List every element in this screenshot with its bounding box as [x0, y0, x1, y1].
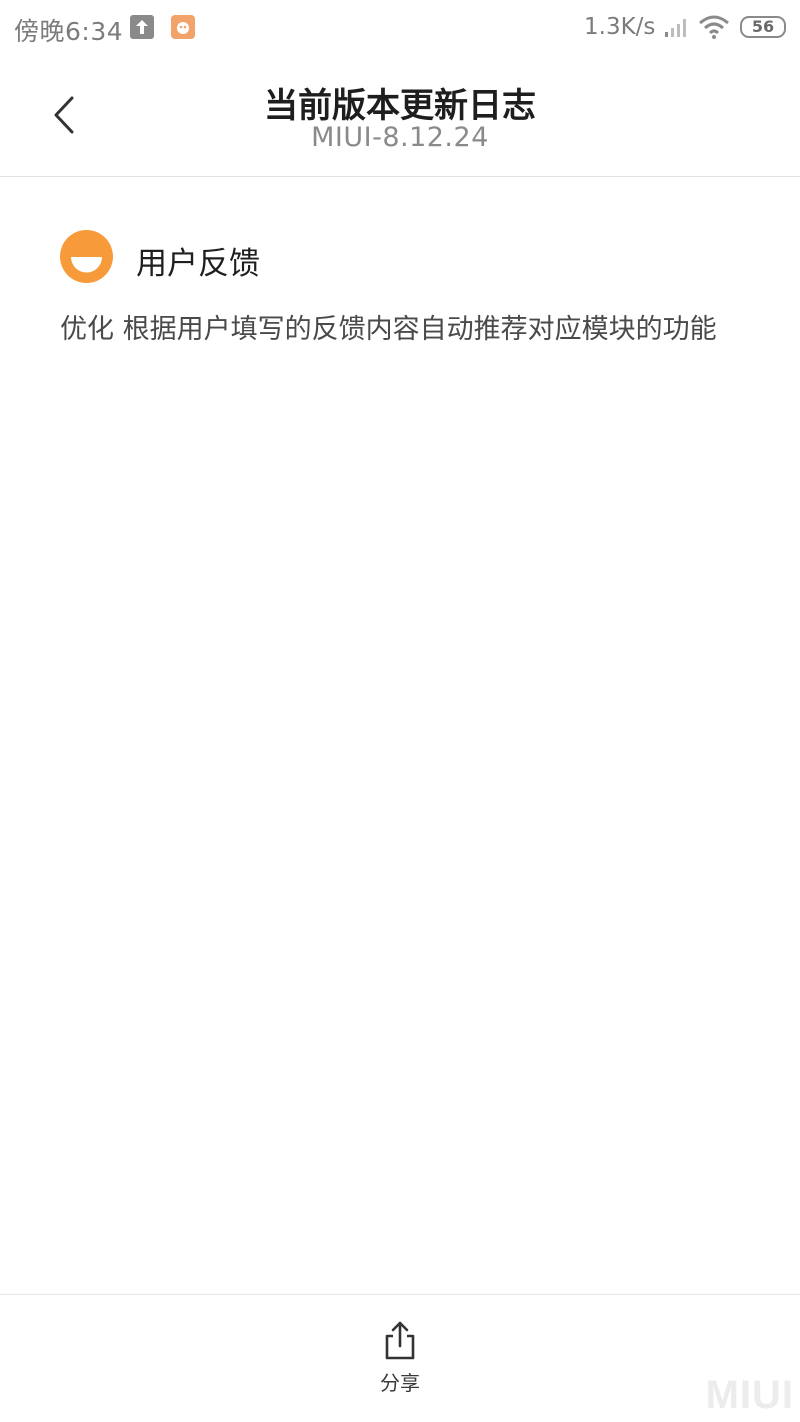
share-icon	[385, 1321, 415, 1360]
network-speed: 1.3K/s	[584, 14, 656, 40]
page-title: 当前版本更新日志	[264, 86, 536, 126]
share-button[interactable]: 分享	[360, 1319, 440, 1409]
changelog-item: 优化 根据用户填写的反馈内容自动推荐对应模块的功能	[60, 314, 717, 345]
upload-icon	[130, 15, 154, 39]
status-bar: 傍晚6:34 1.3K/s 56	[0, 0, 800, 56]
battery-icon: 56	[740, 16, 786, 38]
version-label: MIUI-8.12.24	[311, 122, 489, 153]
status-time: 傍晚6:34	[14, 17, 124, 46]
share-label: 分享	[380, 1371, 420, 1395]
wifi-icon	[698, 14, 730, 40]
section-title: 用户反馈	[136, 246, 260, 282]
app-notification-icon	[171, 15, 195, 39]
page-header: 当前版本更新日志 MIUI-8.12.24	[0, 56, 800, 177]
bottom-toolbar: 分享	[0, 1294, 800, 1422]
miui-watermark: MIUI	[705, 1373, 794, 1417]
feedback-face-icon	[60, 230, 113, 283]
signal-icon	[664, 16, 690, 38]
